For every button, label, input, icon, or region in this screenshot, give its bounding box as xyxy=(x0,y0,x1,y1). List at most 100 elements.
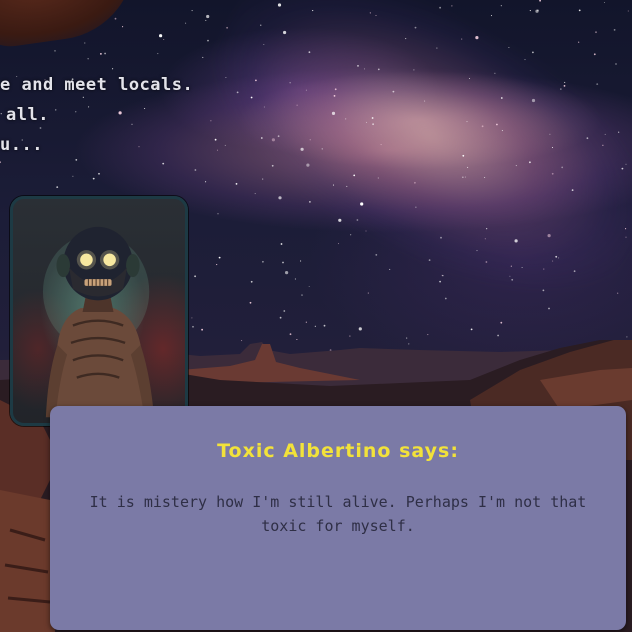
star xyxy=(338,218,342,222)
star xyxy=(563,85,566,87)
star xyxy=(205,19,207,21)
star xyxy=(250,96,253,99)
star xyxy=(357,65,359,67)
star xyxy=(389,268,391,270)
star xyxy=(356,219,359,221)
star xyxy=(484,238,486,240)
star xyxy=(191,317,193,319)
star xyxy=(255,79,257,82)
star xyxy=(561,166,564,169)
star xyxy=(282,261,284,264)
star xyxy=(285,271,289,275)
star xyxy=(114,17,117,20)
star xyxy=(485,261,488,263)
star xyxy=(332,184,335,186)
star xyxy=(476,250,478,252)
star xyxy=(346,185,348,187)
star xyxy=(625,236,627,238)
star xyxy=(262,178,264,180)
star xyxy=(224,144,226,146)
star xyxy=(462,176,464,178)
star xyxy=(490,15,493,17)
star xyxy=(271,138,275,142)
star xyxy=(484,176,486,179)
star xyxy=(216,264,218,266)
star xyxy=(263,43,265,46)
star xyxy=(277,3,282,7)
star xyxy=(308,51,311,54)
star xyxy=(555,255,558,258)
star xyxy=(414,26,417,29)
star xyxy=(321,148,323,150)
star xyxy=(428,259,431,261)
star xyxy=(260,137,263,139)
star xyxy=(439,6,441,9)
star xyxy=(405,38,407,40)
star xyxy=(548,307,550,310)
star xyxy=(104,52,106,55)
star xyxy=(271,164,274,167)
star xyxy=(214,138,217,141)
star xyxy=(466,121,468,123)
star xyxy=(122,26,124,28)
star xyxy=(613,29,616,31)
star xyxy=(254,193,256,195)
star xyxy=(542,289,545,292)
star xyxy=(100,53,102,55)
star xyxy=(558,257,560,259)
star xyxy=(314,325,316,327)
star xyxy=(377,68,380,71)
star xyxy=(392,90,395,93)
star xyxy=(98,172,100,175)
star xyxy=(205,181,207,183)
character-portrait xyxy=(10,196,188,426)
star xyxy=(283,30,287,35)
star xyxy=(217,213,219,215)
intro-text: e and meet locals. all. u... xyxy=(0,70,193,160)
star xyxy=(235,183,238,185)
star xyxy=(375,14,377,17)
star xyxy=(578,9,581,12)
star xyxy=(552,260,554,262)
star xyxy=(524,59,526,61)
star xyxy=(236,91,239,94)
star xyxy=(515,165,517,167)
star xyxy=(226,26,229,29)
star xyxy=(363,68,366,70)
star xyxy=(593,53,596,56)
star xyxy=(210,120,212,122)
star xyxy=(547,234,551,238)
star xyxy=(309,201,311,203)
star xyxy=(440,236,442,239)
star xyxy=(277,135,280,138)
star xyxy=(84,42,86,44)
star xyxy=(468,77,471,80)
star xyxy=(87,58,89,60)
star xyxy=(625,228,627,230)
star xyxy=(283,310,286,312)
star xyxy=(551,172,554,175)
star xyxy=(551,146,554,149)
star xyxy=(462,154,465,157)
star xyxy=(331,111,336,115)
star xyxy=(334,88,337,91)
star xyxy=(262,260,264,263)
star xyxy=(621,167,624,170)
star xyxy=(372,123,374,126)
star xyxy=(280,243,283,245)
dialog-text: It is mistery how I'm still alive. Perha… xyxy=(89,493,587,535)
star xyxy=(207,39,209,42)
star xyxy=(539,0,541,2)
star xyxy=(509,275,511,277)
star xyxy=(260,24,262,26)
star xyxy=(615,63,617,65)
star xyxy=(185,22,187,24)
star xyxy=(500,97,503,99)
dialog-box[interactable]: Toxic Albertino says: It is mistery how … xyxy=(50,406,626,630)
star xyxy=(206,14,210,19)
star xyxy=(415,206,417,208)
intro-line: all. xyxy=(6,105,49,125)
star xyxy=(294,278,296,280)
star xyxy=(529,161,531,164)
star xyxy=(249,301,252,304)
